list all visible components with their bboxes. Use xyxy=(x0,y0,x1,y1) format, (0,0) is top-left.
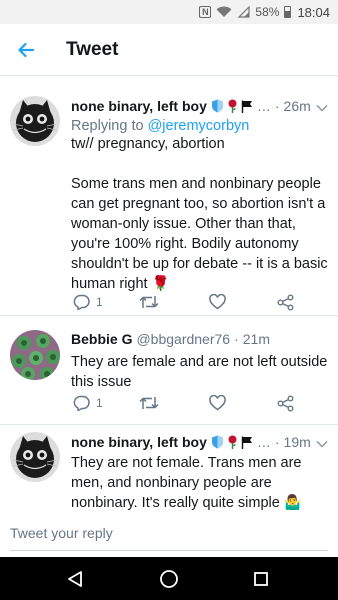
truncated-ellipsis: … xyxy=(256,434,271,450)
system-nav-bar xyxy=(0,557,338,600)
nav-recents-icon[interactable] xyxy=(250,568,272,590)
avatar[interactable] xyxy=(10,330,60,380)
shield-icon xyxy=(211,435,224,449)
reply-composer[interactable]: Tweet your reply xyxy=(0,515,338,557)
app-header: Tweet xyxy=(0,24,338,76)
chevron-down-icon[interactable] xyxy=(316,99,328,117)
chevron-down-icon[interactable] xyxy=(316,435,328,453)
rose-icon xyxy=(227,99,238,113)
timestamp: 19m xyxy=(283,434,311,450)
like-button[interactable] xyxy=(209,294,226,310)
replying-to: Replying to @jeremycorbyn xyxy=(71,118,328,134)
black-flag-icon xyxy=(241,100,253,113)
tweet[interactable]: none binary, left boy … · 19m They are n… xyxy=(0,426,338,515)
share-button[interactable] xyxy=(277,395,294,412)
nav-home-icon[interactable] xyxy=(158,568,180,590)
display-name[interactable]: none binary, left boy xyxy=(71,98,207,114)
status-bar: N 58% 18:04 xyxy=(0,0,338,24)
nfc-icon: N xyxy=(199,6,212,18)
like-button[interactable] xyxy=(209,395,226,411)
nav-back-icon[interactable] xyxy=(64,568,86,590)
signal-icon xyxy=(237,6,251,18)
display-name[interactable]: none binary, left boy xyxy=(71,434,207,450)
timestamp: 26m xyxy=(283,98,311,114)
truncated-ellipsis: … xyxy=(256,98,271,114)
timestamp: 21m xyxy=(242,331,270,347)
reply-count: 1 xyxy=(96,295,103,309)
back-arrow-icon[interactable] xyxy=(0,24,52,76)
share-icon xyxy=(277,294,294,310)
wifi-icon xyxy=(216,6,232,18)
reply-input[interactable]: Tweet your reply xyxy=(10,525,113,541)
tweet-text: They are not female. Trans men are men, … xyxy=(71,455,302,511)
avatar[interactable] xyxy=(10,96,60,146)
reply-button[interactable]: 1 xyxy=(73,395,103,411)
replying-prefix: Replying to xyxy=(71,118,144,134)
username[interactable]: @bbgardner76 xyxy=(136,331,230,347)
retweet-icon xyxy=(139,397,159,409)
black-flag-icon xyxy=(241,436,253,449)
tweet-actions: 1 xyxy=(71,292,311,312)
reply-button[interactable]: 1 xyxy=(73,294,103,310)
retweet-icon xyxy=(139,296,159,308)
shield-icon xyxy=(211,99,224,113)
share-icon xyxy=(277,395,294,411)
tweet[interactable]: Bebbie G @bbgardner76 · 21m They are fem… xyxy=(0,317,338,425)
page-title: Tweet xyxy=(66,38,119,60)
battery-percent: 58% xyxy=(255,5,280,19)
tweet[interactable]: none binary, left boy … · 26m Replying t… xyxy=(0,86,338,316)
battery-icon xyxy=(284,6,292,18)
share-button[interactable] xyxy=(277,294,294,311)
retweet-button[interactable] xyxy=(139,294,159,310)
avatar[interactable] xyxy=(10,432,60,482)
clock: 18:04 xyxy=(297,4,330,20)
retweet-button[interactable] xyxy=(139,395,159,411)
rose-icon xyxy=(227,435,238,449)
tweet-text: tw// pregnancy, abortion Some trans men … xyxy=(71,136,328,292)
reply-icon xyxy=(73,294,90,310)
mention-link[interactable]: @jeremycorbyn xyxy=(148,118,250,134)
tweet-actions: 1 xyxy=(71,393,311,413)
heart-icon xyxy=(209,294,226,310)
separator-dot: · xyxy=(234,331,239,347)
reply-icon xyxy=(73,395,90,411)
separator-dot: · xyxy=(274,98,280,114)
tweet-text: They are female and are not left outside… xyxy=(71,354,328,390)
reply-count: 1 xyxy=(96,396,103,410)
reply-underline xyxy=(10,550,328,551)
display-name[interactable]: Bebbie G xyxy=(71,331,132,347)
heart-icon xyxy=(209,395,226,411)
separator-dot: · xyxy=(274,434,280,450)
